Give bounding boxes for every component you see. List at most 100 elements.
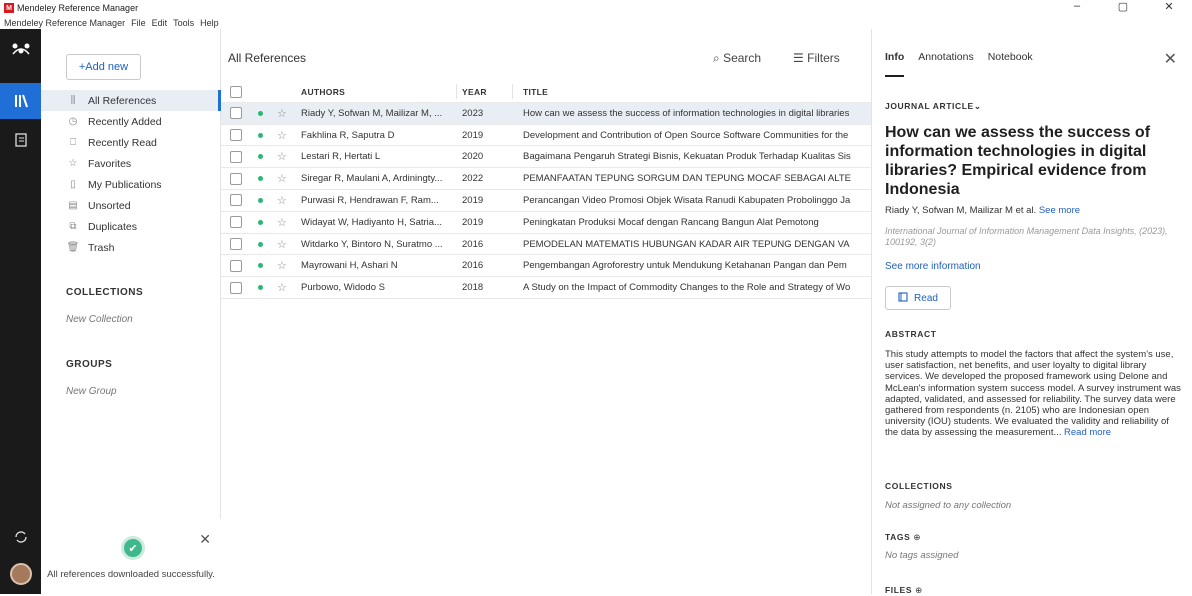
row-year: 2020 — [462, 151, 484, 163]
table-row[interactable]: ☆ Fakhlina R, Saputra D 2019 Development an… — [221, 125, 871, 147]
sidebar-item-label: All References — [88, 94, 157, 107]
column-authors[interactable]: AUTHORS — [301, 81, 345, 102]
details-tabs: Info Annotations Notebook — [885, 51, 1047, 77]
row-authors: Widayat W, Hadiyanto H, Satria... — [301, 216, 442, 228]
row-checkbox[interactable] — [230, 194, 242, 207]
document-type-dropdown[interactable]: JOURNAL ARTICLE⌄ — [885, 101, 982, 112]
menu-app[interactable]: Mendeley Reference Manager — [4, 18, 125, 28]
tab-notebook[interactable]: Notebook — [988, 51, 1033, 77]
row-checkbox[interactable] — [230, 281, 242, 294]
minimize-button[interactable]: – — [1054, 0, 1100, 16]
sidebar-item-recently-added[interactable]: ◷ Recently Added — [41, 111, 221, 132]
filters-label: Filters — [807, 51, 840, 65]
menu-help[interactable]: Help — [200, 18, 219, 28]
download-toast: ✔ ✕ All references downloaded successful… — [41, 519, 221, 594]
star-icon[interactable]: ☆ — [277, 146, 287, 167]
row-year: 2019 — [462, 216, 484, 228]
row-checkbox[interactable] — [230, 216, 242, 229]
sidebar-item-label: Recently Added — [88, 115, 162, 128]
row-title: PEMODELAN MATEMATIS HUBUNGAN KADAR AIR T… — [523, 238, 850, 250]
star-icon[interactable]: ☆ — [277, 168, 287, 189]
menu-tools[interactable]: Tools — [173, 18, 194, 28]
menu-file[interactable]: File — [131, 18, 146, 28]
row-year: 2022 — [462, 173, 484, 185]
table-row[interactable]: ☆ Riady Y, Sofwan M, Mailizar M, ... 2023 H… — [221, 102, 871, 125]
abstract-body: This study attempts to model the factors… — [885, 349, 1181, 439]
row-title: How can we assess the success of informa… — [523, 107, 850, 119]
search-button[interactable]: ⌕ Search — [713, 51, 761, 66]
star-icon[interactable]: ☆ — [277, 212, 287, 233]
select-all-checkbox[interactable] — [230, 85, 242, 98]
table-row[interactable]: ☆ Siregar R, Maulani A, Ardiningty... 2022… — [221, 168, 871, 190]
column-title[interactable]: TITLE — [523, 81, 548, 102]
see-more-information-link[interactable]: See more information — [885, 261, 981, 272]
column-year[interactable]: YEAR — [462, 81, 487, 102]
filters-button[interactable]: ☰ Filters — [793, 51, 840, 65]
table-row[interactable]: ☆ Lestari R, Hertati L 2020 Bagaimana Penga… — [221, 146, 871, 169]
unread-dot-icon — [258, 219, 263, 225]
reference-authors: Riady Y, Sofwan M, Mailizar M et al. See… — [885, 205, 1080, 216]
new-collection-link[interactable]: New Collection — [66, 314, 133, 325]
star-icon[interactable]: ☆ — [277, 255, 287, 276]
table-row[interactable]: ☆ Witdarko Y, Bintoro N, Suratmo ... 2016 P… — [221, 234, 871, 256]
close-panel-button[interactable]: ✕ — [1164, 49, 1177, 69]
row-checkbox[interactable] — [230, 150, 242, 163]
star-icon[interactable]: ☆ — [277, 103, 287, 124]
sync-icon[interactable] — [0, 519, 41, 555]
row-checkbox[interactable] — [230, 238, 242, 251]
row-authors: Purbowo, Widodo S — [301, 282, 385, 294]
duplicates-icon: ⧉ — [69, 221, 77, 232]
read-label: Read — [914, 292, 938, 304]
table-row[interactable]: ☆ Mayrowani H, Ashari N 2016 Pengembangan A… — [221, 255, 871, 278]
reference-list: All References ⌕ Search ☰ Filters AUTHOR… — [221, 29, 871, 594]
app-title: Mendeley Reference Manager — [17, 3, 139, 13]
sidebar-item-label: Recently Read — [88, 136, 157, 149]
maximize-button[interactable]: ▢ — [1100, 0, 1146, 16]
sidebar-item-duplicates[interactable]: ⧉ Duplicates — [41, 216, 221, 237]
sidebar-item-recently-read[interactable]: ⎕ Recently Read — [41, 132, 221, 153]
sidebar-item-favorites[interactable]: ☆ Favorites — [41, 153, 221, 174]
book-icon — [898, 291, 908, 305]
sidebar-item-unsorted[interactable]: ▤ Unsorted — [41, 195, 221, 216]
star-icon[interactable]: ☆ — [277, 234, 287, 255]
star-icon[interactable]: ☆ — [277, 190, 287, 211]
row-authors: Riady Y, Sofwan M, Mailizar M, ... — [301, 107, 443, 119]
tab-info[interactable]: Info — [885, 51, 905, 77]
user-avatar[interactable] — [0, 556, 41, 592]
add-new-button[interactable]: +Add new — [66, 54, 141, 80]
close-window-button[interactable]: ✕ — [1146, 0, 1192, 16]
table-row[interactable]: ☆ Purwasi R, Hendrawan F, Ram... 2019 Peran… — [221, 190, 871, 212]
menu-edit[interactable]: Edit — [152, 18, 168, 28]
row-authors: Lestari R, Hertati L — [301, 151, 381, 163]
close-toast-button[interactable]: ✕ — [199, 531, 211, 548]
toast-message: All references downloaded successfully. — [47, 569, 215, 580]
library-icon: ⫼ — [70, 95, 76, 106]
sidebar-item-trash[interactable]: 🗑 Trash — [41, 237, 221, 258]
tab-annotations[interactable]: Annotations — [918, 51, 973, 77]
table-row[interactable]: ☆ Widayat W, Hadiyanto H, Satria... 2019 Pe… — [221, 212, 871, 234]
unread-dot-icon — [258, 197, 263, 203]
row-checkbox[interactable] — [230, 129, 242, 142]
row-year: 2023 — [462, 107, 484, 119]
star-icon[interactable]: ☆ — [277, 277, 287, 298]
mendeley-home-icon[interactable] — [0, 31, 41, 67]
star-icon[interactable]: ☆ — [277, 125, 287, 146]
journal-citation: International Journal of Information Man… — [885, 226, 1168, 247]
library-icon[interactable] — [0, 83, 41, 119]
tags-label-text: TAGS — [885, 532, 911, 542]
row-checkbox[interactable] — [230, 259, 242, 272]
row-authors: Siregar R, Maulani A, Ardiningty... — [301, 173, 443, 185]
table-row[interactable]: ☆ Purbowo, Widodo S 2018 A Study on the Imp… — [221, 277, 871, 299]
see-more-authors-link[interactable]: See more — [1039, 205, 1080, 216]
add-tag-icon[interactable]: ⊕ — [913, 532, 921, 542]
read-more-link[interactable]: Read more — [1064, 427, 1111, 438]
row-checkbox[interactable] — [230, 172, 242, 185]
notebook-icon[interactable] — [0, 122, 41, 158]
table-header-row: AUTHORS YEAR TITLE — [221, 81, 871, 103]
row-year: 2016 — [462, 238, 484, 250]
row-checkbox[interactable] — [230, 107, 242, 120]
sidebar-item-my-publications[interactable]: ▯ My Publications — [41, 174, 221, 195]
new-group-link[interactable]: New Group — [66, 386, 117, 397]
sidebar-item-all-references[interactable]: ⫼ All References — [41, 90, 221, 111]
read-button[interactable]: Read — [885, 286, 951, 310]
